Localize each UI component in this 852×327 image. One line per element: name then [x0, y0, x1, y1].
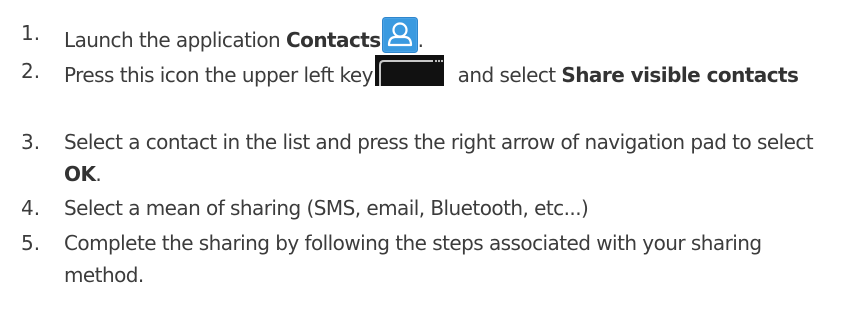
step-number: 1. — [21, 21, 41, 45]
menu-key-icon — [374, 55, 444, 86]
step-text-plain: Launch the application — [64, 28, 286, 52]
instruction-list: 1. Launch the application Contacts . 2. … — [0, 0, 852, 327]
step-number: 2. — [21, 59, 41, 83]
menu-option-share-visible-contacts: Share visible contacts — [561, 63, 799, 87]
step-number: 4. — [21, 196, 41, 220]
step-text-plain-2: and select — [451, 63, 562, 87]
step-text: Launch the application Contacts . — [64, 17, 834, 56]
step-text-period: . — [417, 28, 424, 52]
step-text-period: . — [95, 162, 102, 186]
contacts-app-icon — [381, 17, 418, 53]
ok-label: OK — [64, 162, 96, 186]
step-text-plain: Press this icon the upper left key — [64, 63, 373, 87]
app-name-contacts: Contacts — [286, 28, 381, 52]
step-text: Select a contact in the list and press t… — [64, 126, 834, 190]
step-text: Press this icon the upper left key and s… — [64, 55, 834, 91]
step-number: 3. — [21, 130, 41, 154]
step-text-plain: Select a contact in the list and press t… — [64, 130, 814, 154]
step-text: Select a mean of sharing (SMS, email, Bl… — [64, 196, 589, 220]
step-text: Complete the sharing by following the st… — [64, 231, 762, 287]
step-number: 5. — [21, 231, 41, 255]
